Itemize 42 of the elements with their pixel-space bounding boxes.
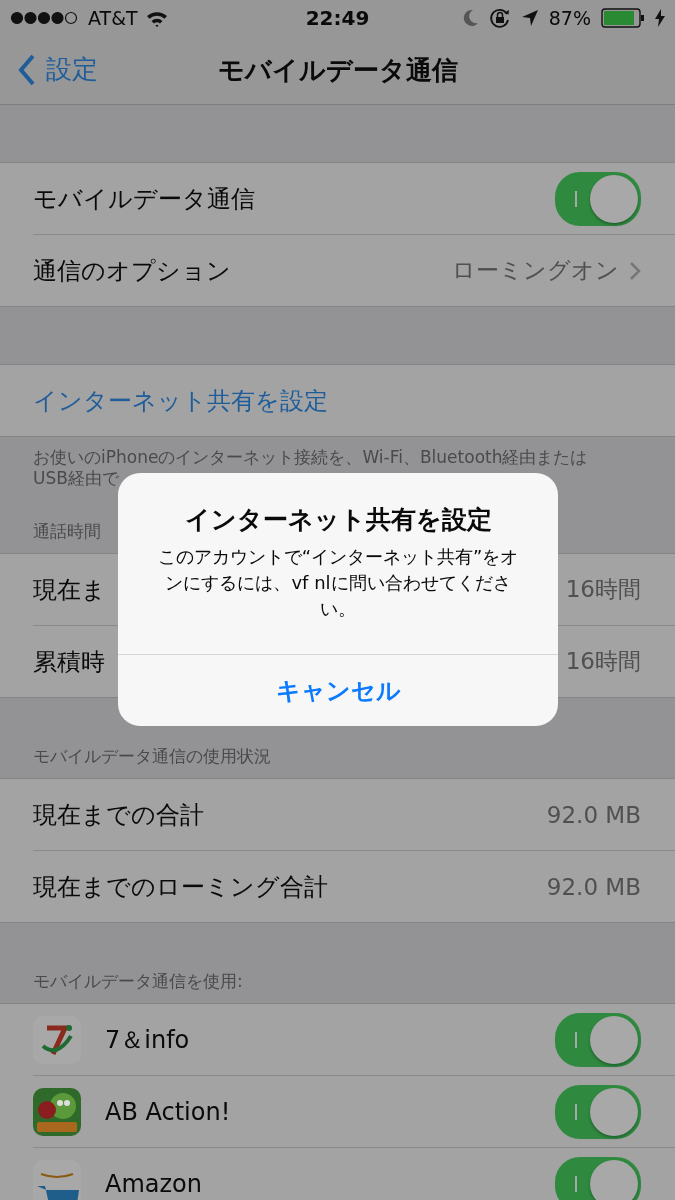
row-value: ローミングオン <box>452 256 619 285</box>
toggle-switch[interactable] <box>555 1012 641 1067</box>
row-label: AB Action! <box>105 1097 231 1126</box>
row-label: 現在までのローミング合計 <box>33 871 328 903</box>
row-label: 累積時 <box>33 646 105 678</box>
location-icon <box>520 9 539 27</box>
row-label: 現在ま <box>33 574 106 606</box>
carrier: AT&T <box>88 7 138 29</box>
charging-icon <box>655 9 665 27</box>
back-button[interactable]: 設定 <box>18 52 98 87</box>
row-label: Amazon <box>105 1169 202 1198</box>
toggle-switch[interactable] <box>555 1156 641 1200</box>
chevron-icon <box>629 260 641 281</box>
row-value: 16時間 <box>565 647 641 676</box>
battery-percent: 87% <box>548 7 591 29</box>
alert-message: このアカウントで“インターネット共有”をオンにするには、vf nlに問い合わせてください。 <box>156 545 520 622</box>
footer-text: お使いのiPhoneのインターネット接続を、Wi-Fi、Bluetooth経由または <box>33 447 589 469</box>
tethering-link[interactable]: インターネット共有を設定 <box>33 384 328 417</box>
row-label: モバイルデータ通信 <box>33 183 255 215</box>
row-label: 通信のオプション <box>33 255 231 287</box>
alert-title: インターネット共有を設定 <box>183 504 493 536</box>
battery-icon <box>601 8 645 28</box>
rotation-lock-icon <box>488 7 511 29</box>
section-header: 通話時間 <box>33 520 101 543</box>
toggle-switch[interactable] <box>555 171 641 226</box>
nav-title: モバイルデータ通信 <box>217 53 458 87</box>
footer-text: USB経由で <box>33 468 120 490</box>
section-header: モバイルデータ通信の使用状況 <box>33 745 271 768</box>
wifi-icon <box>145 9 168 27</box>
row-label: 現在までの合計 <box>33 799 204 831</box>
row-value: 92.0 MB <box>546 801 641 828</box>
signal-icon <box>10 11 80 25</box>
section-header: モバイルデータ通信を使用: <box>33 970 243 993</box>
back-chevron-icon <box>18 53 36 86</box>
moon-icon <box>462 9 479 27</box>
row-label: 7＆info <box>105 1024 190 1056</box>
clock: 22:49 <box>305 6 370 30</box>
row-value: 92.0 MB <box>546 873 641 900</box>
bird-icon <box>33 1087 81 1136</box>
row-value: 16時間 <box>565 575 641 604</box>
toggle-switch[interactable] <box>555 1084 641 1139</box>
cancel-button[interactable]: キャンセル <box>118 655 558 727</box>
